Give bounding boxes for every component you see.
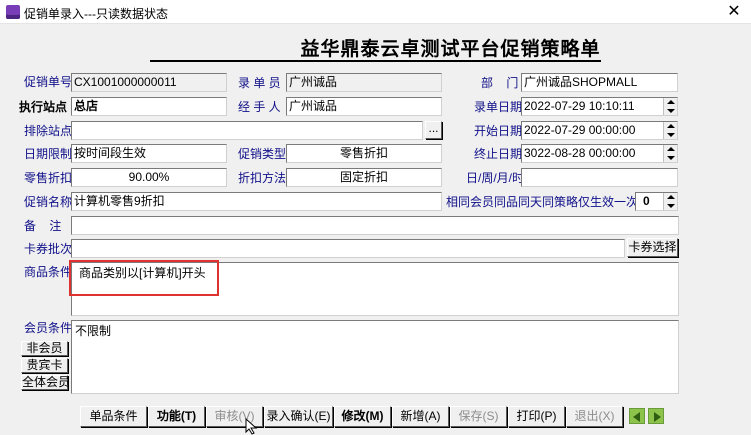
highlight-box bbox=[69, 260, 219, 296]
exclude-site-label: 排除站点 bbox=[24, 124, 73, 138]
handler-label: 经 手 人 bbox=[238, 100, 281, 114]
end-date-label: 终止日期 bbox=[474, 147, 523, 161]
start-date-value: 2022-07-29 00:00:00 bbox=[524, 123, 636, 137]
retail-discount-label: 零售折扣 bbox=[24, 171, 73, 185]
window-title: 促销单录入---只读数据状态 bbox=[24, 7, 168, 21]
coupon-batch-field[interactable] bbox=[71, 239, 625, 258]
arrow-right-icon bbox=[654, 412, 661, 422]
promo-no-field[interactable]: CX1001000000011 bbox=[71, 73, 227, 92]
start-date-label: 开始日期 bbox=[474, 124, 523, 138]
promo-type-label: 促销类型 bbox=[238, 147, 287, 161]
save-button[interactable]: 保存(S) bbox=[450, 406, 507, 427]
dept-field[interactable]: 广州诚品SHOPMALL bbox=[521, 73, 678, 92]
close-icon[interactable]: ✕ bbox=[722, 2, 746, 22]
coupon-batch-label: 卡券批次 bbox=[24, 242, 73, 256]
form-title-text: 益华鼎泰云卓测试平台促销策略单 bbox=[150, 38, 601, 62]
handler-field[interactable]: 广州诚品 bbox=[286, 97, 442, 116]
same-member-rule-value: 0 bbox=[643, 194, 650, 208]
discount-method-field[interactable]: 固定折扣 bbox=[286, 168, 442, 187]
exec-site-field[interactable]: 总店 bbox=[71, 97, 227, 116]
promo-type-field[interactable]: 零售折扣 bbox=[286, 144, 442, 163]
function-button[interactable]: 功能(T) bbox=[148, 406, 205, 427]
discount-method-label: 折扣方法 bbox=[238, 171, 287, 185]
end-date-value: 3022-08-28 00:00:00 bbox=[524, 146, 636, 160]
member-condition-text: 不限制 bbox=[75, 324, 112, 338]
exec-site-label: 执行站点 bbox=[19, 100, 68, 114]
end-date-spinner[interactable] bbox=[663, 145, 677, 162]
retail-discount-field[interactable]: 90.00% bbox=[71, 168, 227, 187]
single-item-condition-button[interactable]: 单品条件 bbox=[80, 406, 147, 427]
cursor-arrow-icon bbox=[245, 418, 258, 435]
next-record-button[interactable] bbox=[648, 408, 664, 424]
remark-field[interactable] bbox=[71, 216, 679, 235]
promo-name-field[interactable]: 计算机零售9折扣 bbox=[71, 192, 442, 211]
arrow-left-icon bbox=[633, 412, 640, 422]
recorder-label: 录 单 员 bbox=[238, 76, 281, 90]
period-field[interactable] bbox=[521, 168, 678, 187]
app-icon bbox=[6, 5, 20, 19]
record-date-label: 录单日期 bbox=[474, 100, 523, 114]
promo-no-label: 促销单号 bbox=[24, 75, 73, 89]
same-member-rule-label: 相同会员同品同天同策略仅生效一次 bbox=[446, 195, 639, 209]
all-members-button[interactable]: 全体会员 bbox=[21, 375, 70, 390]
start-date-spinner[interactable] bbox=[663, 122, 677, 139]
record-date-field[interactable]: 2022-07-29 10:10:11 bbox=[521, 97, 678, 116]
promo-name-label: 促销名称 bbox=[24, 195, 73, 209]
entry-confirm-button[interactable]: 录入确认(E) bbox=[264, 406, 333, 427]
prev-record-button[interactable] bbox=[629, 408, 645, 424]
date-limit-field[interactable]: 按时间段生效 bbox=[71, 144, 227, 163]
coupon-select-button[interactable]: 卡券选择 bbox=[627, 238, 678, 257]
edit-button[interactable]: 修改(M) bbox=[334, 406, 391, 427]
period-label: 日/周/月/时 bbox=[466, 171, 525, 185]
goods-condition-label: 商品条件 bbox=[24, 265, 73, 279]
form-title: 益华鼎泰云卓测试平台促销策略单 bbox=[0, 38, 751, 62]
member-condition-label: 会员条件 bbox=[24, 321, 73, 335]
recorder-field[interactable]: 广州诚品 bbox=[286, 73, 442, 92]
exclude-site-browse-button[interactable]: ... bbox=[425, 121, 442, 139]
end-date-field[interactable]: 3022-08-28 00:00:00 bbox=[521, 144, 678, 163]
same-member-rule-field[interactable]: 0 bbox=[635, 192, 678, 211]
member-condition-area[interactable]: 不限制 bbox=[71, 320, 679, 394]
title-bar: 促销单录入---只读数据状态 ✕ bbox=[0, 0, 751, 24]
exit-button[interactable]: 退出(X) bbox=[566, 406, 623, 427]
dept-label: 部 门 bbox=[481, 76, 519, 90]
date-limit-label: 日期限制 bbox=[24, 147, 73, 161]
same-member-rule-spinner[interactable] bbox=[663, 193, 677, 210]
start-date-field[interactable]: 2022-07-29 00:00:00 bbox=[521, 121, 678, 140]
non-member-button[interactable]: 非会员 bbox=[21, 341, 68, 356]
remark-label: 备 注 bbox=[24, 219, 62, 233]
print-button[interactable]: 打印(P) bbox=[508, 406, 565, 427]
exclude-site-field[interactable] bbox=[71, 121, 423, 140]
record-date-value: 2022-07-29 10:10:11 bbox=[524, 99, 635, 113]
record-date-spinner[interactable] bbox=[663, 98, 677, 115]
add-button[interactable]: 新增(A) bbox=[392, 406, 449, 427]
vip-card-button[interactable]: 贵宾卡 bbox=[21, 358, 68, 373]
